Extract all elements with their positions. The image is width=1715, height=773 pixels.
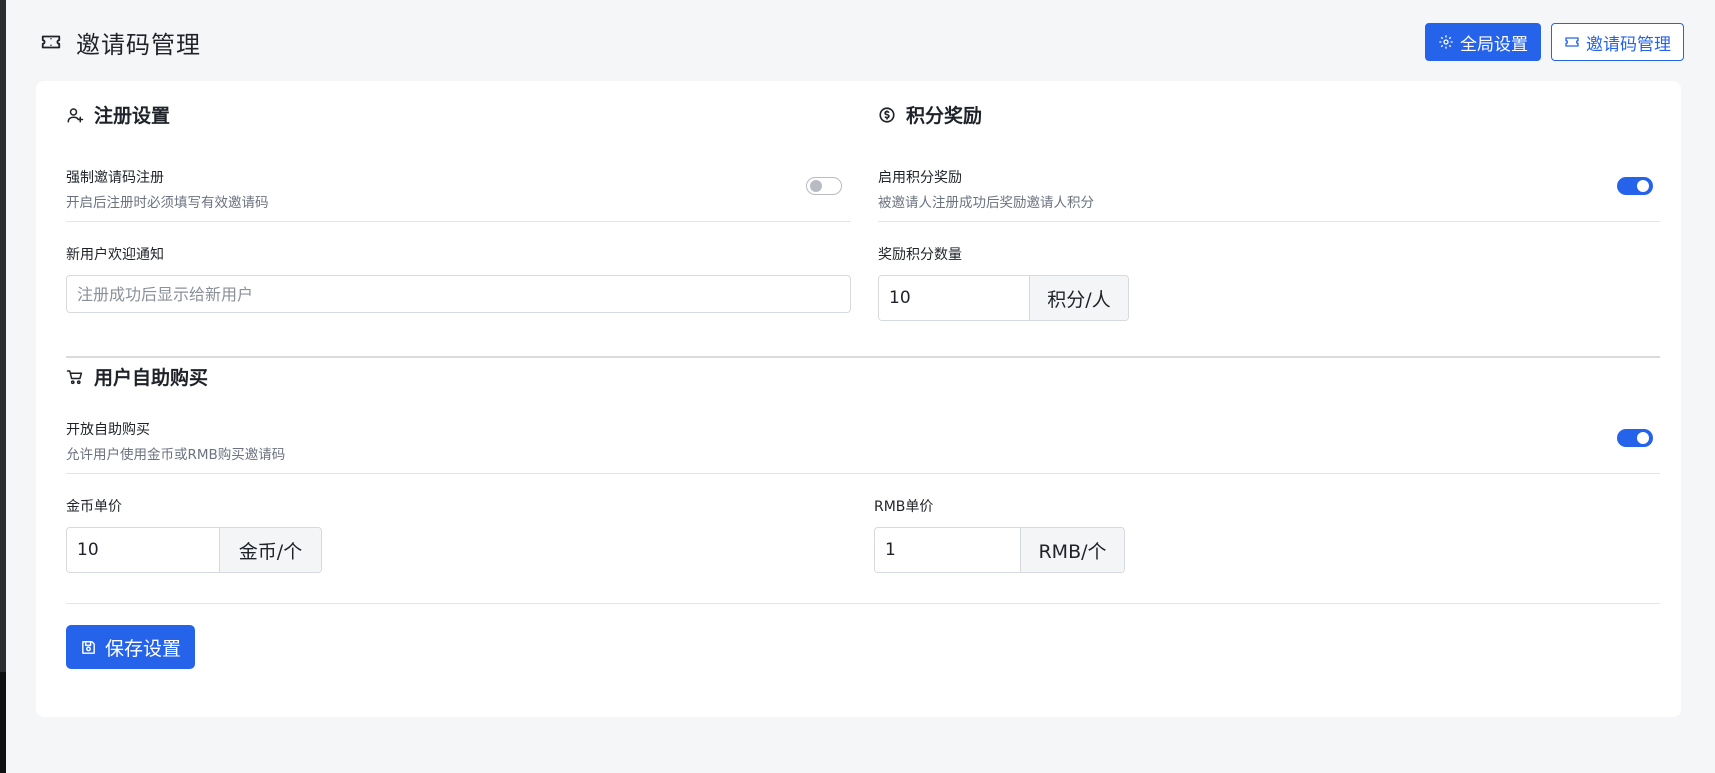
settings-card: [36, 81, 1681, 717]
welcome-label: 新用户欢迎通知: [66, 247, 164, 263]
page-title: 邀请码管理: [76, 30, 201, 59]
gold-price-input[interactable]: [67, 528, 219, 572]
points-amount-input[interactable]: [879, 276, 1029, 320]
save-settings-label: 保存设置: [105, 637, 182, 660]
force-invite-setting: 强制邀请码注册 开启后注册时必须填写有效邀请码: [66, 167, 269, 211]
purchase-enable-setting: 开放自助购买 允许用户使用金币或RMB购买邀请码: [66, 419, 285, 463]
global-settings-label: 全局设置: [1460, 34, 1528, 55]
purchase-enable-desc: 允许用户使用金币或RMB购买邀请码: [66, 447, 286, 463]
points-enable-label: 启用积分奖励: [878, 170, 962, 186]
force-invite-label: 强制邀请码注册: [66, 170, 164, 186]
points-enable-desc: 被邀请人注册成功后奖励邀请人积分: [878, 195, 1094, 211]
global-settings-button[interactable]: 全局设置: [1425, 23, 1541, 61]
coin-icon: [878, 106, 896, 124]
header-actions: 全局设置 邀请码管理: [1425, 23, 1684, 61]
user-plus-icon: [66, 106, 84, 124]
page-header: 邀请码管理: [40, 22, 201, 62]
rmb-price-unit: RMB/个: [1020, 528, 1124, 572]
points-enable-toggle[interactable]: [1617, 177, 1653, 195]
rmb-price-input[interactable]: [875, 528, 1020, 572]
gold-price-label: 金币单价: [66, 499, 122, 515]
registration-section-title: 注册设置: [66, 101, 170, 128]
invite-manage-button[interactable]: 邀请码管理: [1551, 23, 1684, 61]
section-divider: [66, 356, 1660, 358]
divider: [66, 221, 851, 222]
points-amount-label: 奖励积分数量: [878, 247, 962, 263]
gear-icon: [1438, 34, 1454, 50]
purchase-enable-toggle[interactable]: [1617, 429, 1653, 447]
points-section-title: 积分奖励: [878, 101, 982, 128]
purchase-section-title: 用户自助购买: [66, 363, 208, 390]
points-enable-setting: 启用积分奖励 被邀请人注册成功后奖励邀请人积分: [878, 167, 1094, 211]
force-invite-desc: 开启后注册时必须填写有效邀请码: [66, 195, 269, 211]
save-icon: [80, 639, 97, 656]
gold-price-unit: 金币/个: [219, 528, 321, 572]
points-unit: 积分/人: [1029, 276, 1128, 320]
invite-manage-label: 邀请码管理: [1586, 34, 1671, 55]
save-settings-button[interactable]: 保存设置: [66, 625, 196, 669]
divider: [878, 221, 1660, 222]
points-amount-group: 积分/人: [878, 275, 1129, 321]
force-invite-toggle[interactable]: [806, 177, 842, 195]
rmb-price-label: RMB单价: [874, 499, 934, 515]
divider: [66, 473, 1660, 474]
app-root: 邀请码管理 全局设置 邀请码管理 注册设置 强制邀请码注册 开启后注册时必须填写…: [6, 0, 1715, 773]
ticket-icon: [40, 31, 62, 53]
rmb-price-group: RMB/个: [874, 527, 1125, 573]
welcome-input[interactable]: [66, 275, 851, 313]
purchase-enable-label: 开放自助购买: [66, 422, 150, 438]
cart-icon: [66, 368, 84, 386]
gold-price-group: 金币/个: [66, 527, 322, 573]
ticket-icon: [1564, 34, 1580, 50]
divider: [66, 603, 1660, 604]
